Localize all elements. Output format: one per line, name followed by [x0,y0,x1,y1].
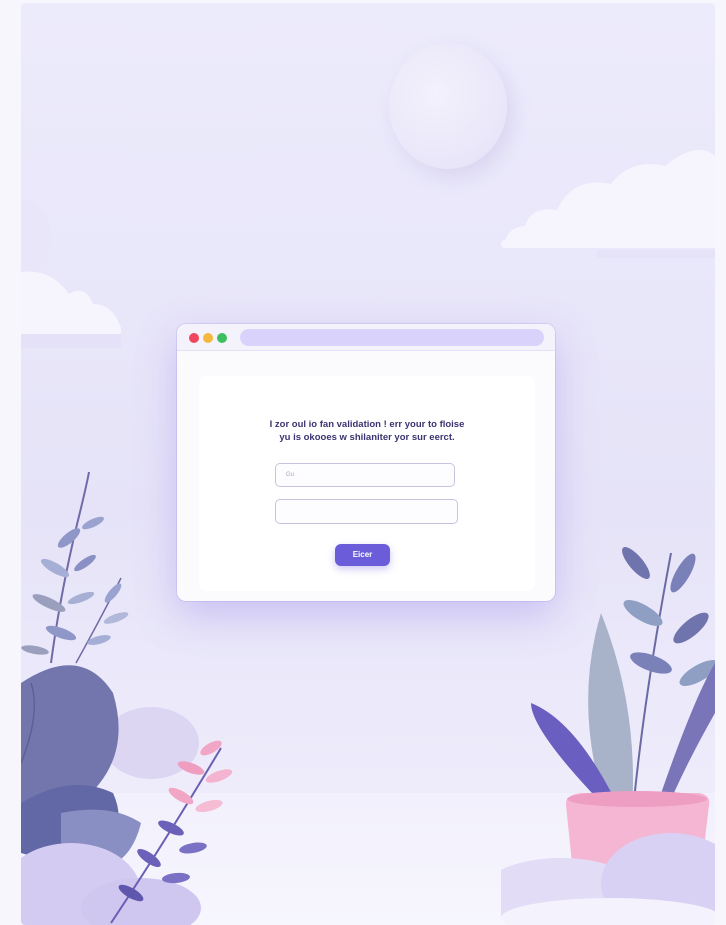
address-bar[interactable] [240,329,544,346]
minimize-window-icon[interactable] [203,333,213,343]
cloud-left-decoration [21,271,121,348]
maximize-window-icon[interactable] [217,333,227,343]
form-card: I zor oul io fan validation ! err your t… [199,376,535,591]
submit-button[interactable]: Eicer [335,544,390,566]
browser-window: I zor oul io fan validation ! err your t… [177,324,555,601]
moon-decoration-left [21,198,51,278]
validation-message: I zor oul io fan validation ! err your t… [199,418,535,444]
text-input-2[interactable] [275,499,458,524]
plant-pink-branch-decoration [110,740,233,924]
cloud-right-decoration [501,149,715,258]
plant-left-branch-decoration [21,471,129,664]
text-input-1[interactable]: Gu [275,463,455,487]
validation-message-line1: I zor oul io fan validation ! err your t… [269,419,465,430]
moon-decoration [389,43,507,169]
browser-titlebar [177,324,555,351]
validation-message-line2: yu is okooes w shilaniter yor sur eerct. [279,432,455,443]
close-window-icon[interactable] [189,333,199,343]
